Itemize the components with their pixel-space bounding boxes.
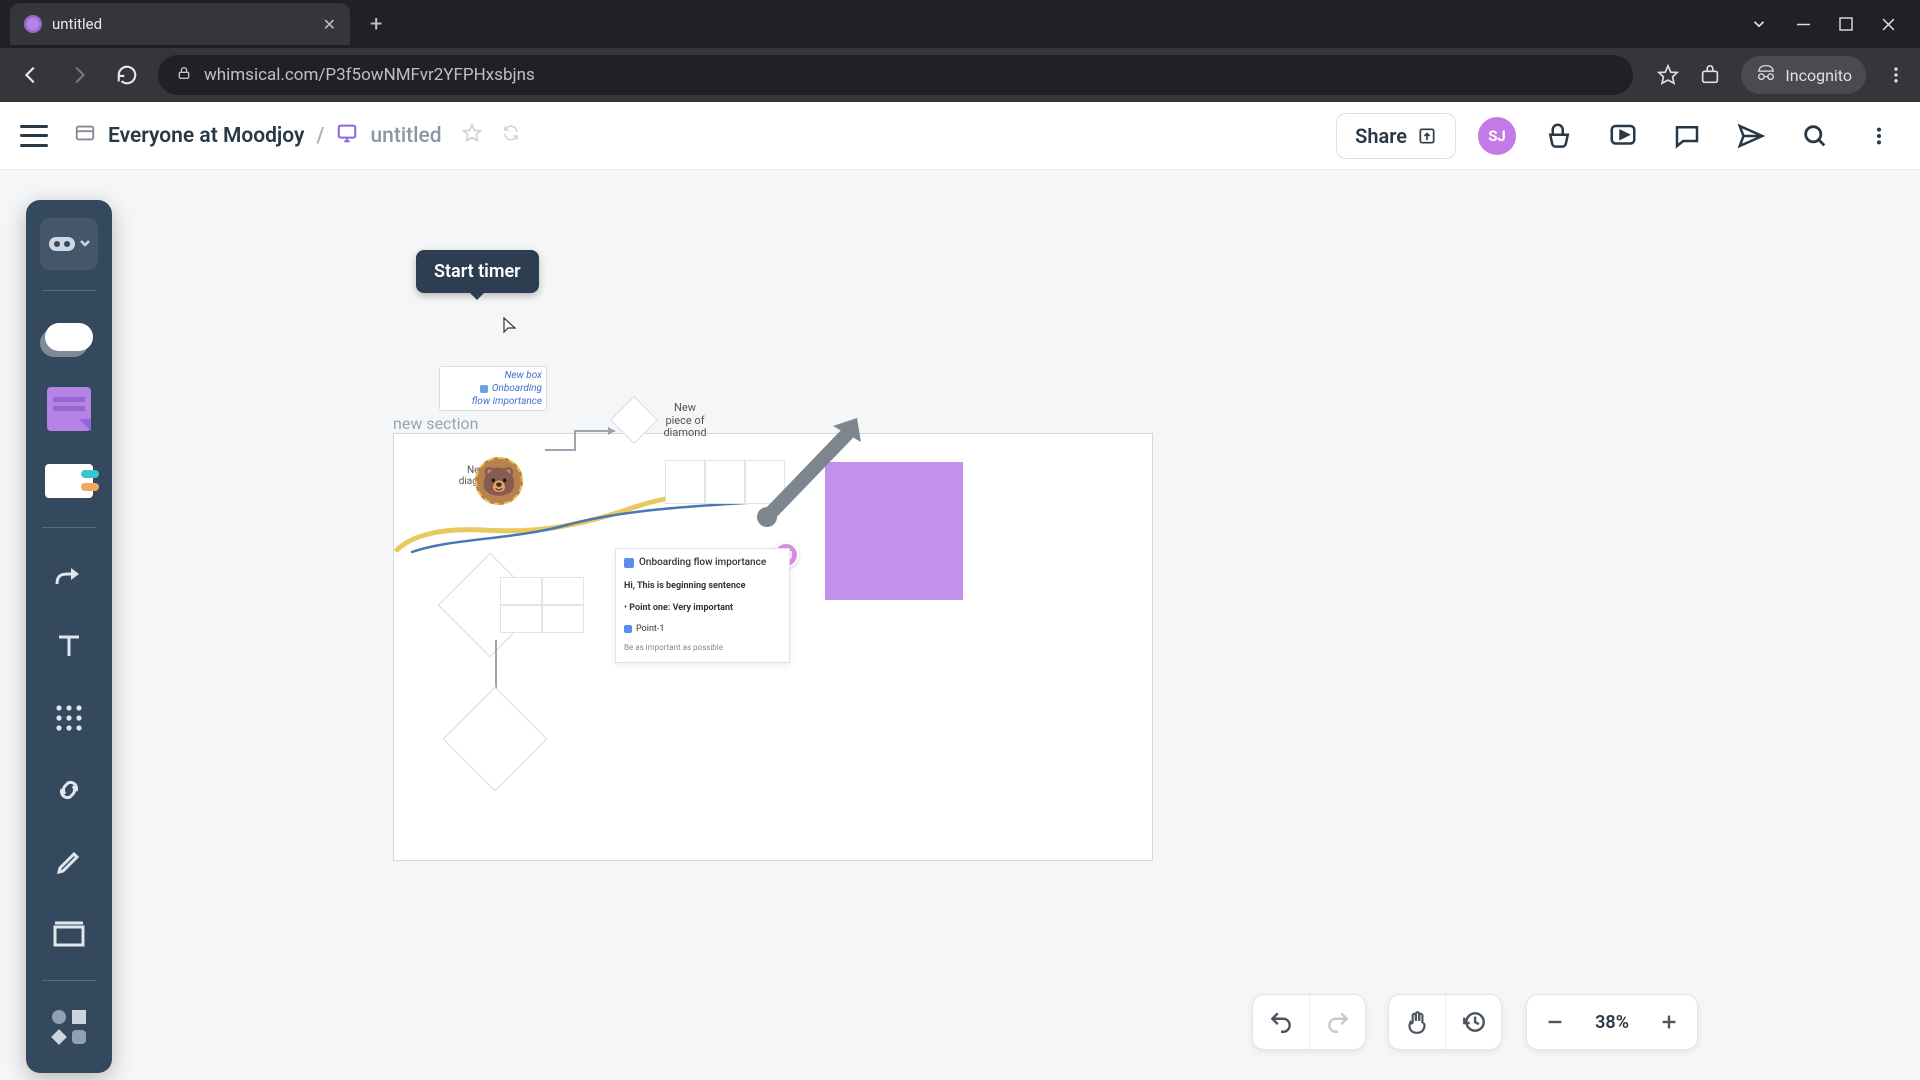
app-header: Everyone at Moodjoy / untitled Share SJ (0, 102, 1920, 170)
address-bar: whimsical.com/P3f5owNMFvr2YFPHxsbjns Inc… (0, 48, 1920, 102)
doc-card-icon (624, 558, 634, 568)
url-field[interactable]: whimsical.com/P3f5owNMFvr2YFPHxsbjns (158, 55, 1633, 95)
bullet-icon (624, 625, 632, 633)
cursor-icon (503, 317, 517, 339)
bookmark-star-icon[interactable] (1657, 64, 1679, 86)
favicon-icon (24, 15, 42, 33)
reload-button[interactable] (110, 58, 144, 92)
pan-history-group (1388, 994, 1502, 1050)
extensions-icon[interactable] (1699, 64, 1721, 86)
sync-icon[interactable] (502, 124, 520, 148)
search-button[interactable] (1794, 115, 1836, 157)
comments-button[interactable] (1666, 115, 1708, 157)
incognito-icon (1755, 62, 1777, 88)
chevron-down-icon[interactable] (1750, 15, 1768, 33)
maximize-icon[interactable] (1839, 17, 1853, 31)
canvas-document-card[interactable]: Onboarding flow importance Hi, This is b… (615, 548, 790, 663)
sticky-note-tool[interactable] (40, 383, 98, 435)
connector-line[interactable] (545, 425, 625, 455)
url-text: whimsical.com/P3f5owNMFvr2YFPHxsbjns (204, 65, 535, 85)
favorite-star-icon[interactable] (462, 123, 482, 149)
reactions-button[interactable] (1538, 115, 1580, 157)
breadcrumb: Everyone at Moodjoy / untitled (74, 122, 520, 150)
close-window-icon[interactable] (1881, 17, 1896, 32)
window-controls (1750, 15, 1920, 33)
canvas-table[interactable] (500, 577, 584, 633)
undo-button[interactable] (1253, 995, 1309, 1049)
canvas[interactable]: Start timer new section New box Onboardi… (0, 170, 1920, 1080)
send-button[interactable] (1730, 115, 1772, 157)
pencil-tool[interactable] (40, 836, 98, 888)
present-button[interactable] (1602, 115, 1644, 157)
connector-tool[interactable] (40, 548, 98, 600)
zoom-group: 38% (1526, 994, 1698, 1050)
browser-tab[interactable]: untitled ✕ (10, 3, 350, 45)
pan-tool-button[interactable] (1389, 995, 1445, 1049)
forward-button[interactable] (62, 58, 96, 92)
history-button[interactable] (1445, 995, 1501, 1049)
close-tab-icon[interactable]: ✕ (323, 15, 336, 34)
section-label[interactable]: new section (393, 414, 479, 433)
browser-menu-icon[interactable] (1886, 65, 1906, 85)
breadcrumb-separator: / (316, 124, 324, 148)
lock-icon (176, 65, 192, 86)
minimize-icon[interactable] (1796, 17, 1811, 32)
text-tool[interactable] (40, 620, 98, 672)
canvas-arrow-shape[interactable] (755, 412, 875, 532)
back-button[interactable] (14, 58, 48, 92)
grid-tool[interactable] (40, 692, 98, 744)
hamburger-menu-button[interactable] (20, 125, 48, 147)
new-tab-button[interactable]: + (350, 12, 402, 37)
zoom-value[interactable]: 38% (1583, 1012, 1641, 1033)
frame-tool[interactable] (40, 908, 98, 960)
user-avatar[interactable]: SJ (1478, 117, 1516, 155)
card-tool[interactable] (40, 455, 98, 507)
board-icon (336, 122, 358, 150)
zoom-out-button[interactable] (1527, 995, 1583, 1049)
start-timer-tooltip: Start timer (416, 250, 539, 293)
document-title[interactable]: untitled (370, 124, 441, 148)
incognito-indicator[interactable]: Incognito (1741, 56, 1866, 94)
browser-chrome: untitled ✕ + whimsical.com/P3f5owNMFvr2Y… (0, 0, 1920, 102)
more-menu-button[interactable] (1858, 115, 1900, 157)
zoom-in-button[interactable] (1641, 995, 1697, 1049)
tab-title: untitled (52, 15, 102, 33)
canvas-text-box[interactable]: New box Onboarding flow importance (439, 366, 547, 411)
avatar-initials: SJ (1488, 127, 1506, 145)
export-icon (1417, 126, 1437, 146)
incognito-label: Incognito (1785, 66, 1852, 85)
more-shapes-tool[interactable] (40, 1001, 98, 1053)
select-tool[interactable] (40, 218, 98, 270)
tool-palette (26, 200, 112, 1073)
shape-pill-tool[interactable] (40, 311, 98, 363)
undo-redo-group (1252, 994, 1366, 1050)
share-label: Share (1355, 124, 1407, 148)
link-tool[interactable] (40, 764, 98, 816)
redo-button[interactable] (1309, 995, 1365, 1049)
workspace-icon (74, 122, 96, 150)
workspace-name[interactable]: Everyone at Moodjoy (108, 124, 304, 148)
share-button[interactable]: Share (1336, 113, 1456, 159)
diamond-label[interactable]: New piece of diamond (660, 402, 710, 440)
tab-bar: untitled ✕ + (0, 0, 1920, 48)
